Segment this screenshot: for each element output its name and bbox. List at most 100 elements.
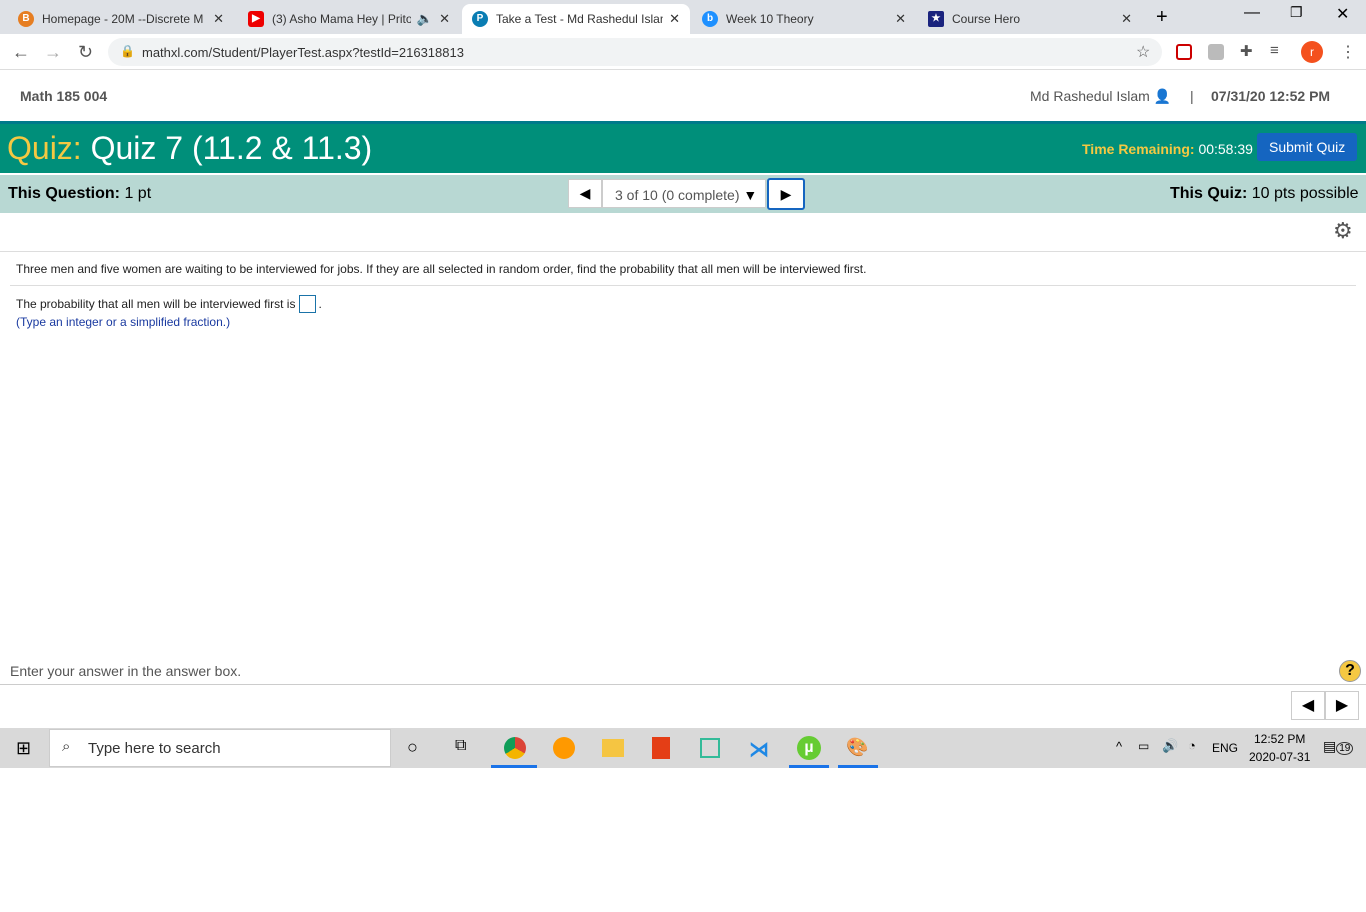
question-select-value: 3 of 10 (0 complete) [615,187,740,203]
close-icon[interactable]: ✕ [1121,11,1132,27]
taskbar-search-input[interactable]: ⌕ Type here to search [49,729,391,767]
puzzle-icon[interactable]: ✚ [1240,42,1253,60]
menu-icon[interactable]: ⋮ [1340,42,1356,62]
bartleby-icon: B [18,11,34,27]
taskbar: ⊞ ⌕ Type here to search ○ ⧉ ⋊ µ 🎨 ^ ▭ 🔊 ◔… [0,728,1366,768]
quiz-name: Quiz 7 (11.2 & 11.3) [90,130,373,166]
next-button[interactable]: ▶ [1325,691,1359,720]
youtube-icon: ▶ [248,11,264,27]
user-name: Md Rashedul Islam 👤 [1030,88,1171,105]
browser-tab[interactable]: ▶ (3) Asho Mama Hey | Prito 🔈 ✕ [238,4,460,34]
bing-icon: b [702,11,718,27]
app-icon[interactable] [700,738,720,758]
time-value: 00:58:39 [1198,141,1253,157]
help-button[interactable]: ? [1339,660,1361,682]
url-input[interactable]: 🔒 mathxl.com/Student/PlayerTest.aspx?test… [108,38,1162,66]
close-icon[interactable]: ✕ [213,11,224,27]
question-text: Three men and five women are waiting to … [16,262,867,276]
clock[interactable]: 12:52 PM 2020-07-31 [1249,732,1310,764]
tab-title: (3) Asho Mama Hey | Prito [272,12,411,26]
next-question-button[interactable]: ▶ [767,178,805,210]
extension-icon[interactable] [1176,44,1192,60]
tab-title: Week 10 Theory [726,12,814,26]
office-icon[interactable] [652,737,670,759]
utorrent-icon[interactable]: µ [797,736,821,760]
pearson-icon: P [472,11,488,27]
quiz-points: This Quiz: 10 pts possible [1170,185,1359,203]
tab-title: Homepage - 20M --Discrete M [42,12,204,26]
wifi-icon[interactable]: ◔ [1188,738,1196,753]
quiz-title: Quiz: Quiz 7 (11.2 & 11.3) [7,130,372,167]
file-explorer-icon[interactable] [602,739,624,757]
battery-icon[interactable]: ▭ [1138,739,1149,753]
submit-quiz-button[interactable]: Submit Quiz [1257,133,1358,161]
tab-strip: B Homepage - 20M --Discrete M ✕ ▶ (3) Asho … [0,0,1366,34]
coursehero-icon: ★ [928,11,944,27]
windows-start-icon[interactable]: ⊞ [16,738,31,759]
divider [0,684,1366,685]
chrome-icon[interactable] [504,737,526,759]
course-header: Math 185 004 Md Rashedul Islam 👤 | 07/31… [0,71,1366,121]
paint-icon[interactable]: 🎨 [846,737,868,758]
browser-tab[interactable]: b Week 10 Theory ✕ [692,4,916,34]
new-tab-button[interactable]: + [1156,6,1168,29]
datetime: 07/31/20 12:52 PM [1211,88,1331,104]
extension-icon[interactable] [1208,44,1224,60]
previous-button[interactable]: ◀ [1291,691,1325,720]
question-value: 1 pt [124,185,152,202]
bookmark-star-icon[interactable]: ☆ [1136,42,1150,62]
time-remaining: Time Remaining: 00:58:39 [1082,141,1253,157]
url-text: mathxl.com/Student/PlayerTest.aspx?testI… [142,45,464,60]
chevron-down-icon: ▼ [743,187,758,203]
previous-question-button[interactable]: ◀ [568,179,602,208]
close-window-button[interactable]: ✕ [1336,4,1349,24]
avatar[interactable]: r [1301,41,1323,63]
search-placeholder: Type here to search [88,740,221,757]
active-indicator [789,765,829,768]
minimize-button[interactable]: — [1244,4,1260,22]
task-view-icon[interactable]: ⧉ [455,737,466,755]
quiz-points-label: This Quiz: [1170,185,1248,202]
quiz-points-value: 10 pts possible [1251,185,1359,202]
search-icon: ⌕ [62,738,71,755]
question-points: This Question: 1 pt [8,185,151,203]
reload-button[interactable]: ↻ [78,42,93,63]
status-text: Enter your answer in the answer box. [10,663,242,679]
language-indicator[interactable]: ENG [1212,741,1238,755]
answer-input[interactable] [299,295,317,313]
browser-tab[interactable]: B Homepage - 20M --Discrete M ✕ [8,4,234,34]
answer-line: The probability that all men will be int… [16,295,322,313]
cortana-icon[interactable]: ○ [407,737,418,758]
answer-prefix: The probability that all men will be int… [16,297,296,311]
media-icon[interactable]: ≡ [1270,42,1279,59]
close-icon[interactable]: ✕ [439,11,450,27]
tab-title: Course Hero [952,12,1021,26]
clock-time: 12:52 PM [1254,732,1306,746]
quiz-bar: Quiz: Quiz 7 (11.2 & 11.3) Time Remainin… [0,121,1366,173]
tab-title: Take a Test - Md Rashedul Islam [496,12,664,26]
active-indicator [491,765,537,768]
notifications-icon[interactable]: ▤ 19 [1323,738,1354,755]
divider [10,285,1356,286]
browser-tab-active[interactable]: P Take a Test - Md Rashedul Islam ✕ [462,4,690,34]
gear-icon[interactable]: ⚙ [1333,218,1353,244]
question-info-bar: This Question: 1 pt ◀ 3 of 10 (0 complet… [0,173,1366,213]
volume-icon[interactable]: 🔊 [1162,738,1178,754]
restore-button[interactable]: ❐ [1290,4,1303,21]
back-button[interactable]: ← [12,42,30,63]
speaker-icon[interactable]: 🔈 [417,11,433,27]
browser-tab[interactable]: ★ Course Hero ✕ [918,4,1142,34]
close-icon[interactable]: ✕ [669,11,680,27]
vscode-icon[interactable]: ⋊ [749,737,769,762]
clock-date: 2020-07-31 [1249,750,1311,764]
close-icon[interactable]: ✕ [895,11,906,27]
lock-icon: 🔒 [120,44,135,58]
answer-hint: (Type an integer or a simplified fractio… [16,315,231,329]
question-select[interactable]: 3 of 10 (0 complete) ▼ [602,179,766,208]
course-name: Math 185 004 [20,88,108,104]
browser-app-icon[interactable] [553,737,575,759]
user-icon: 👤 [1153,88,1172,104]
chevron-up-icon[interactable]: ^ [1116,739,1122,754]
divider [0,251,1366,252]
forward-button[interactable]: → [44,42,62,63]
